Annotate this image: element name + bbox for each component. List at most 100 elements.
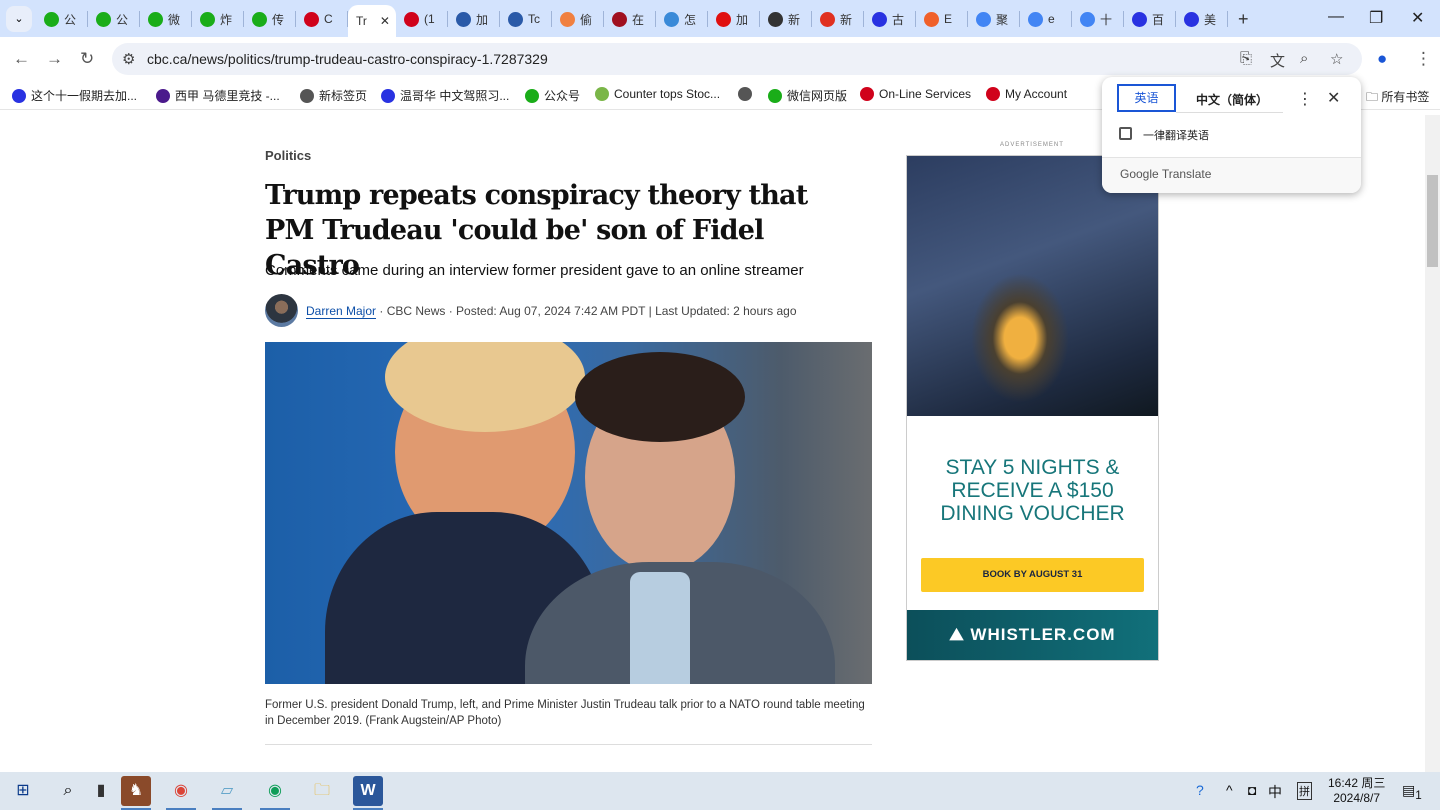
chrome-icon[interactable]: ◉	[166, 776, 196, 810]
bookmark-label: 温哥华 中文驾照习...	[400, 89, 510, 103]
tab[interactable]: 微	[140, 6, 192, 32]
tab-label: Tr	[356, 14, 367, 28]
url-text[interactable]: cbc.ca/news/politics/trump-trudeau-castr…	[147, 51, 548, 67]
tab[interactable]: 偷	[552, 6, 604, 32]
word-icon[interactable]: W	[353, 776, 383, 810]
minimize-button[interactable]: —	[1328, 8, 1344, 26]
author-avatar	[265, 294, 298, 327]
bookmark-item[interactable]: 微信网页版	[768, 87, 847, 104]
tab[interactable]: Tc	[500, 6, 552, 32]
clock-date: 2024/8/7	[1333, 791, 1381, 805]
app-horse-icon[interactable]: ♞	[121, 776, 151, 810]
author-link[interactable]: Darren Major	[306, 303, 377, 319]
back-button[interactable]: ←	[13, 49, 30, 69]
bookmark-item[interactable]: 温哥华 中文驾照习...	[381, 87, 509, 104]
tab[interactable]: 公	[88, 6, 140, 32]
tab-search-button[interactable]: ⌄	[6, 6, 32, 32]
close-icon[interactable]: ✕	[1327, 88, 1340, 108]
tab-active[interactable]: Tr ✕	[348, 5, 396, 37]
tab[interactable]: 在	[604, 6, 656, 32]
tab-favicon-icon	[872, 11, 887, 27]
ad-cta-button[interactable]: BOOK BY AUGUST 31	[921, 558, 1144, 592]
tab[interactable]: 新	[812, 6, 864, 32]
tab-label: 新	[788, 12, 801, 27]
file-explorer-icon[interactable]: 🗀	[307, 776, 337, 806]
bookmark-item[interactable]: 公众号	[525, 87, 580, 104]
all-bookmarks[interactable]: 🗀 所有书签	[1366, 88, 1429, 109]
profile-icon[interactable]: ●	[1377, 49, 1387, 69]
bookmark-label: On-Line Services	[879, 87, 972, 101]
tab-favicon-icon	[612, 11, 627, 27]
tab[interactable]: 聚	[968, 6, 1020, 32]
tab-label: 在	[632, 12, 645, 27]
bookmark-item[interactable]: My Account	[986, 87, 1067, 101]
site-info-icon[interactable]: ⚙	[122, 50, 135, 68]
task-view-icon[interactable]: ▮	[87, 776, 115, 806]
ad-image	[907, 156, 1158, 416]
close-window-button[interactable]: ✕	[1411, 8, 1424, 28]
tab[interactable]: C	[296, 6, 348, 32]
bookmark-item[interactable]: Counter tops Stoc...	[595, 87, 720, 101]
tab[interactable]: 百	[1124, 6, 1176, 32]
install-icon[interactable]: ⎘	[1240, 50, 1252, 67]
ime-language[interactable]: 中	[1268, 782, 1282, 802]
tab[interactable]: 公	[36, 6, 88, 32]
tab-favicon-icon	[148, 11, 163, 27]
tab-favicon-icon	[96, 11, 111, 27]
bookmark-item[interactable]: 西甲 马德里竞技 -...	[156, 87, 280, 104]
translate-icon[interactable]: 文	[1270, 50, 1285, 71]
new-tab-button[interactable]: +	[1230, 6, 1249, 32]
bookmark-favicon-icon	[300, 88, 314, 103]
help-icon[interactable]: ?	[1196, 782, 1204, 798]
clock[interactable]: 16:42 周三 2024/8/7	[1328, 776, 1385, 806]
divider	[265, 744, 872, 745]
notification-icon[interactable]: ▤1	[1402, 782, 1422, 802]
reload-button[interactable]: ↻	[80, 49, 94, 69]
forward-button[interactable]: →	[46, 49, 63, 69]
bookmark-item[interactable]: 这个十一假期去加...	[12, 87, 137, 104]
tab[interactable]: 美	[1176, 6, 1228, 32]
tab[interactable]: 加	[708, 6, 760, 32]
tab[interactable]: (1	[396, 6, 448, 32]
restore-button[interactable]: ❐	[1369, 8, 1383, 28]
bookmark-star-icon[interactable]: ☆	[1330, 50, 1343, 68]
always-translate-checkbox[interactable]	[1119, 127, 1132, 140]
tab[interactable]: 古	[864, 6, 916, 32]
tab[interactable]: 加	[448, 6, 500, 32]
tab[interactable]: 怎	[656, 6, 708, 32]
tab[interactable]: e	[1020, 6, 1072, 32]
scrollbar[interactable]	[1425, 115, 1440, 772]
bookmark-item[interactable]: On-Line Services	[860, 87, 971, 101]
tray-chevron-icon[interactable]: ^	[1226, 782, 1233, 798]
menu-icon[interactable]: ⋮	[1415, 49, 1432, 69]
tab-close-icon[interactable]: ✕	[380, 14, 390, 28]
notepad-icon[interactable]: ▱	[212, 776, 242, 810]
more-options-icon[interactable]: ⋮	[1297, 89, 1313, 109]
ad-brand: ⛰ WHISTLER.COM	[907, 610, 1158, 660]
source-language-tab[interactable]: 英语	[1117, 84, 1176, 112]
tab[interactable]: 炸	[192, 6, 244, 32]
target-language-tab[interactable]: 中文（简体）	[1196, 91, 1268, 108]
webcam-icon[interactable]: ◘	[1248, 782, 1256, 798]
tab[interactable]: 十	[1072, 6, 1124, 32]
ime-mode[interactable]: 拼	[1297, 782, 1312, 800]
search-icon[interactable]: ⌕	[53, 776, 83, 806]
advertisement[interactable]: STAY 5 NIGHTS & RECEIVE A $150 DINING VO…	[906, 155, 1159, 661]
start-windows-icon[interactable]: ⊞	[8, 776, 38, 806]
zoom-icon[interactable]: ⌕	[1300, 50, 1308, 67]
ad-brand-text: WHISTLER.COM	[970, 625, 1116, 644]
bookmark-item[interactable]: 新标签页	[300, 87, 367, 104]
bookmark-item[interactable]	[738, 87, 757, 101]
tab-underline	[1176, 112, 1283, 113]
scrollbar-thumb[interactable]	[1427, 175, 1438, 267]
tab-favicon-icon	[1132, 11, 1147, 27]
tab-favicon-icon	[820, 11, 835, 27]
chrome-profile-icon[interactable]: ◉	[260, 776, 290, 810]
tab[interactable]: E	[916, 6, 968, 32]
tab[interactable]: 传	[244, 6, 296, 32]
address-bar[interactable]: ⚙ cbc.ca/news/politics/trump-trudeau-cas…	[112, 43, 1362, 75]
section-label[interactable]: Politics	[265, 148, 311, 163]
photo-caption: Former U.S. president Donald Trump, left…	[265, 699, 865, 727]
tab[interactable]: 新	[760, 6, 812, 32]
tab-favicon-icon	[456, 11, 471, 27]
